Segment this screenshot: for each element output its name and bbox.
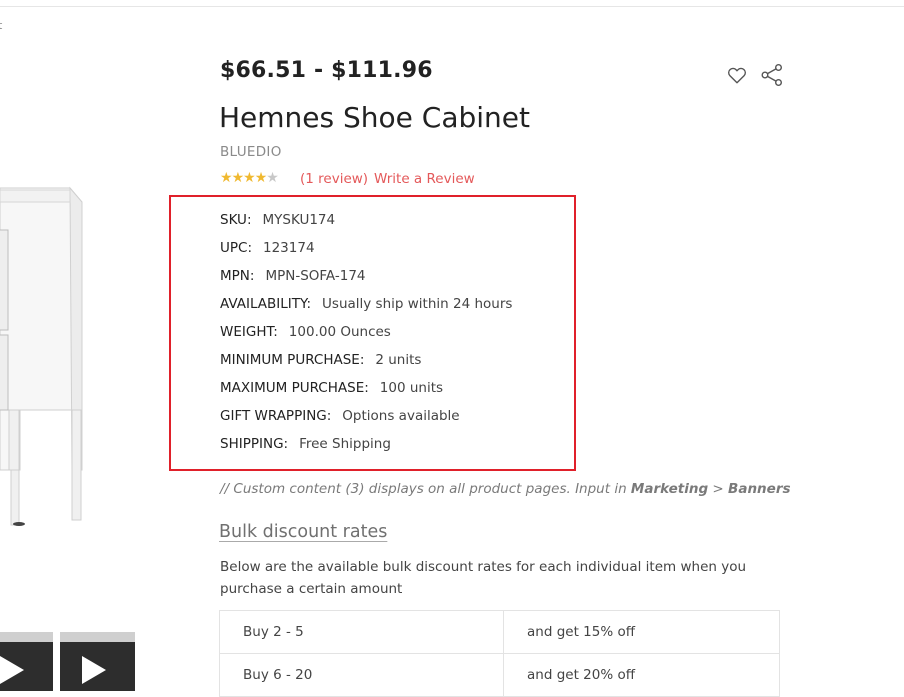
spec-maximum-purchase: MAXIMUM PURCHASE: 100 units — [220, 380, 444, 396]
thumbnail-strip — [60, 632, 135, 642]
bulk-discount-cell: and get 15% off — [503, 610, 780, 654]
spec-sku: SKU: MYSKU174 — [220, 212, 336, 228]
banners-label: Banners — [728, 481, 791, 497]
product-price: $66.51 - $111.96 — [220, 58, 433, 83]
breadcrumb[interactable]: t — [0, 19, 2, 32]
bulk-discount-title[interactable]: Bulk discount rates — [219, 522, 387, 542]
product-image[interactable] — [0, 180, 90, 530]
share-icon[interactable] — [760, 63, 784, 87]
heart-icon[interactable] — [726, 64, 748, 86]
star-icon: ★ — [231, 170, 245, 186]
bulk-discount-table: Buy 2 - 5 and get 15% off Buy 6 - 20 and… — [219, 610, 780, 697]
spec-mpn: MPN: MPN-SOFA-174 — [220, 268, 366, 284]
spec-weight: WEIGHT: 100.00 Ounces — [220, 324, 391, 340]
bulk-discount-cell: and get 20% off — [503, 653, 780, 697]
video-thumbnail[interactable] — [60, 632, 135, 691]
bulk-discount-description: Below are the available bulk discount ra… — [220, 559, 747, 597]
rating-stars: ★★★★★ — [220, 170, 279, 186]
star-icon: ★ — [243, 170, 256, 186]
top-divider — [0, 6, 904, 7]
play-icon — [0, 656, 24, 684]
bulk-qty-cell: Buy 2 - 5 — [219, 610, 504, 654]
spec-minimum-purchase: MINIMUM PURCHASE: 2 units — [220, 352, 422, 368]
star-icon: ★ — [220, 170, 233, 186]
write-review-link[interactable]: Write a Review — [374, 171, 475, 187]
video-thumbnail[interactable] — [0, 632, 53, 691]
spec-shipping: SHIPPING: Free Shipping — [220, 436, 391, 452]
spec-availability: AVAILABILITY: Usually ship within 24 hour… — [220, 296, 513, 312]
product-title: Hemnes Shoe Cabinet — [219, 101, 531, 134]
spec-gift-wrapping: GIFT WRAPPING: Options available — [220, 408, 460, 424]
bulk-qty-cell: Buy 6 - 20 — [219, 653, 504, 697]
review-count-link[interactable]: (1 review) — [300, 171, 368, 187]
table-row: Buy 6 - 20 and get 20% off — [219, 653, 780, 697]
play-icon — [82, 656, 106, 684]
product-brand[interactable]: BLUEDIO — [220, 144, 282, 160]
thumbnail-strip — [0, 632, 53, 642]
spec-upc: UPC: 123174 — [220, 240, 315, 256]
star-icon: ★ — [254, 170, 268, 186]
table-row: Buy 2 - 5 and get 15% off — [219, 610, 780, 654]
marketing-label: Marketing — [630, 481, 709, 497]
star-icon: ★ — [266, 170, 279, 186]
custom-content-note: // Custom content (3) displays on all pr… — [220, 481, 791, 497]
